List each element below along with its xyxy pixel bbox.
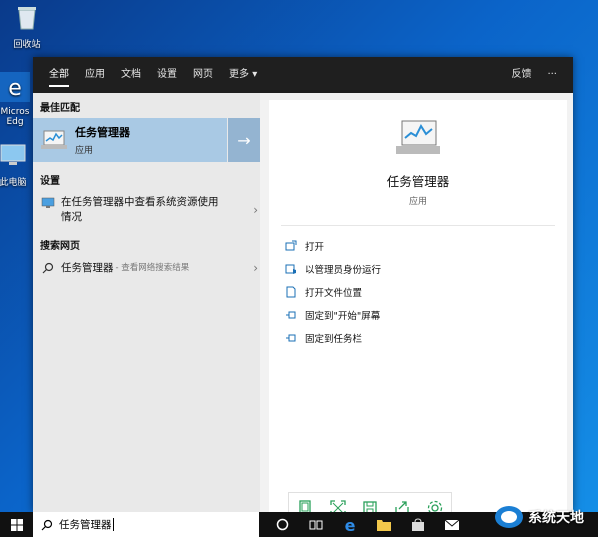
cortana-icon	[276, 518, 288, 531]
feedback-button[interactable]: 反馈	[503, 57, 539, 93]
settings-result-label: 在任务管理器中查看系统资源使用情况	[61, 196, 219, 223]
action-label: 固定到"开始"屏幕	[305, 310, 381, 322]
desktop-icon-recycle-bin[interactable]: 回收站	[2, 2, 52, 50]
search-filter-bar: 全部 应用 文档 设置 网页 更多 ▾ 反馈 ···	[33, 57, 573, 93]
tab-documents[interactable]: 文档	[113, 57, 149, 93]
action-label: 以管理员身份运行	[305, 264, 382, 276]
task-view-icon	[309, 520, 323, 529]
details-pane: 任务管理器 应用 打开 以管理员身份运行 打开文件位置 固定到"开始"屏幕 固定…	[269, 100, 567, 512]
arrow-right-icon: →	[237, 130, 251, 150]
web-search-label: 任务管理器	[61, 262, 114, 274]
monitor-icon	[41, 197, 55, 208]
settings-result-item[interactable]: 在任务管理器中查看系统资源使用情况 ›	[33, 191, 258, 229]
cortana-button[interactable]	[265, 512, 299, 537]
tab-more[interactable]: 更多 ▾	[221, 57, 265, 93]
edge-icon: e	[345, 517, 356, 533]
tab-more-label: 更多	[229, 69, 249, 80]
web-search-item[interactable]: 任务管理器 - 查看网络搜索结果 ›	[33, 256, 258, 279]
details-title: 任务管理器	[386, 174, 450, 189]
taskbar-mail-button[interactable]	[435, 512, 469, 537]
task-manager-icon	[396, 120, 440, 154]
details-type: 应用	[408, 197, 427, 207]
results-list: 最佳匹配 任务管理器 应用 → 设置 在任务管理器中查看系统资源使用情况 › 搜…	[33, 93, 260, 512]
tab-web[interactable]: 网页	[185, 57, 221, 93]
action-label: 打开	[305, 241, 325, 253]
svg-text:e: e	[345, 517, 356, 533]
folder-icon	[286, 286, 296, 297]
open-details-arrow-button[interactable]: →	[227, 118, 260, 162]
settings-header: 设置	[40, 176, 60, 187]
edge-icon: e	[0, 72, 30, 102]
svg-text:e: e	[8, 76, 22, 101]
web-search-sublabel: - 查看网络搜索结果	[115, 263, 190, 273]
computer-icon	[0, 144, 26, 165]
watermark-logo-icon	[495, 506, 523, 528]
desktop-icon-label: 回收站	[13, 40, 41, 50]
watermark-text: 系统天地	[528, 510, 584, 526]
search-icon	[42, 262, 54, 274]
taskbar-file-explorer-button[interactable]	[367, 512, 401, 537]
site-watermark: 系统天地	[493, 503, 584, 531]
chevron-down-icon: ▾	[252, 69, 258, 80]
best-match-item[interactable]: 任务管理器 应用 →	[33, 118, 260, 162]
best-match-header: 最佳匹配	[40, 103, 80, 114]
windows-logo-icon	[10, 518, 23, 531]
tab-apps[interactable]: 应用	[77, 57, 113, 93]
search-panel: 全部 应用 文档 设置 网页 更多 ▾ 反馈 ··· 最佳匹配 任务管理器 应用…	[33, 57, 573, 512]
pin-icon	[286, 311, 296, 318]
open-icon	[285, 240, 297, 250]
divider	[281, 225, 555, 226]
action-open-file-location[interactable]: 打开文件位置	[269, 280, 567, 303]
action-run-as-admin[interactable]: 以管理员身份运行	[269, 257, 567, 280]
recycle-bin-icon	[18, 7, 36, 30]
more-options-button[interactable]: ···	[539, 57, 565, 93]
best-match-title: 任务管理器	[75, 126, 130, 139]
action-label: 固定到任务栏	[305, 333, 363, 345]
action-open[interactable]: 打开	[269, 234, 567, 257]
pin-icon	[286, 334, 296, 341]
store-icon	[412, 517, 424, 531]
search-icon	[41, 519, 53, 530]
tab-all[interactable]: 全部	[41, 57, 77, 93]
task-view-button[interactable]	[299, 512, 333, 537]
action-label: 打开文件位置	[305, 287, 363, 299]
search-input-value: 任务管理器	[59, 519, 112, 531]
taskbar-search-input[interactable]: 任务管理器	[33, 512, 259, 537]
taskbar-store-button[interactable]	[401, 512, 435, 537]
text-cursor	[112, 518, 114, 531]
taskbar-edge-button[interactable]: e	[333, 512, 367, 537]
task-manager-icon	[41, 130, 67, 149]
chevron-right-icon: ›	[253, 203, 258, 217]
details-hero: 任务管理器 应用	[269, 100, 567, 207]
best-match-subtitle: 应用	[75, 146, 94, 156]
shield-icon	[285, 264, 296, 274]
file-explorer-icon	[377, 519, 391, 531]
start-button[interactable]	[0, 512, 33, 537]
tab-settings[interactable]: 设置	[149, 57, 185, 93]
mail-icon	[444, 519, 460, 530]
action-pin-to-taskbar[interactable]: 固定到任务栏	[269, 326, 567, 349]
action-pin-to-start[interactable]: 固定到"开始"屏幕	[269, 303, 567, 326]
chevron-right-icon: ›	[253, 260, 258, 275]
web-search-header: 搜索网页	[40, 241, 80, 252]
